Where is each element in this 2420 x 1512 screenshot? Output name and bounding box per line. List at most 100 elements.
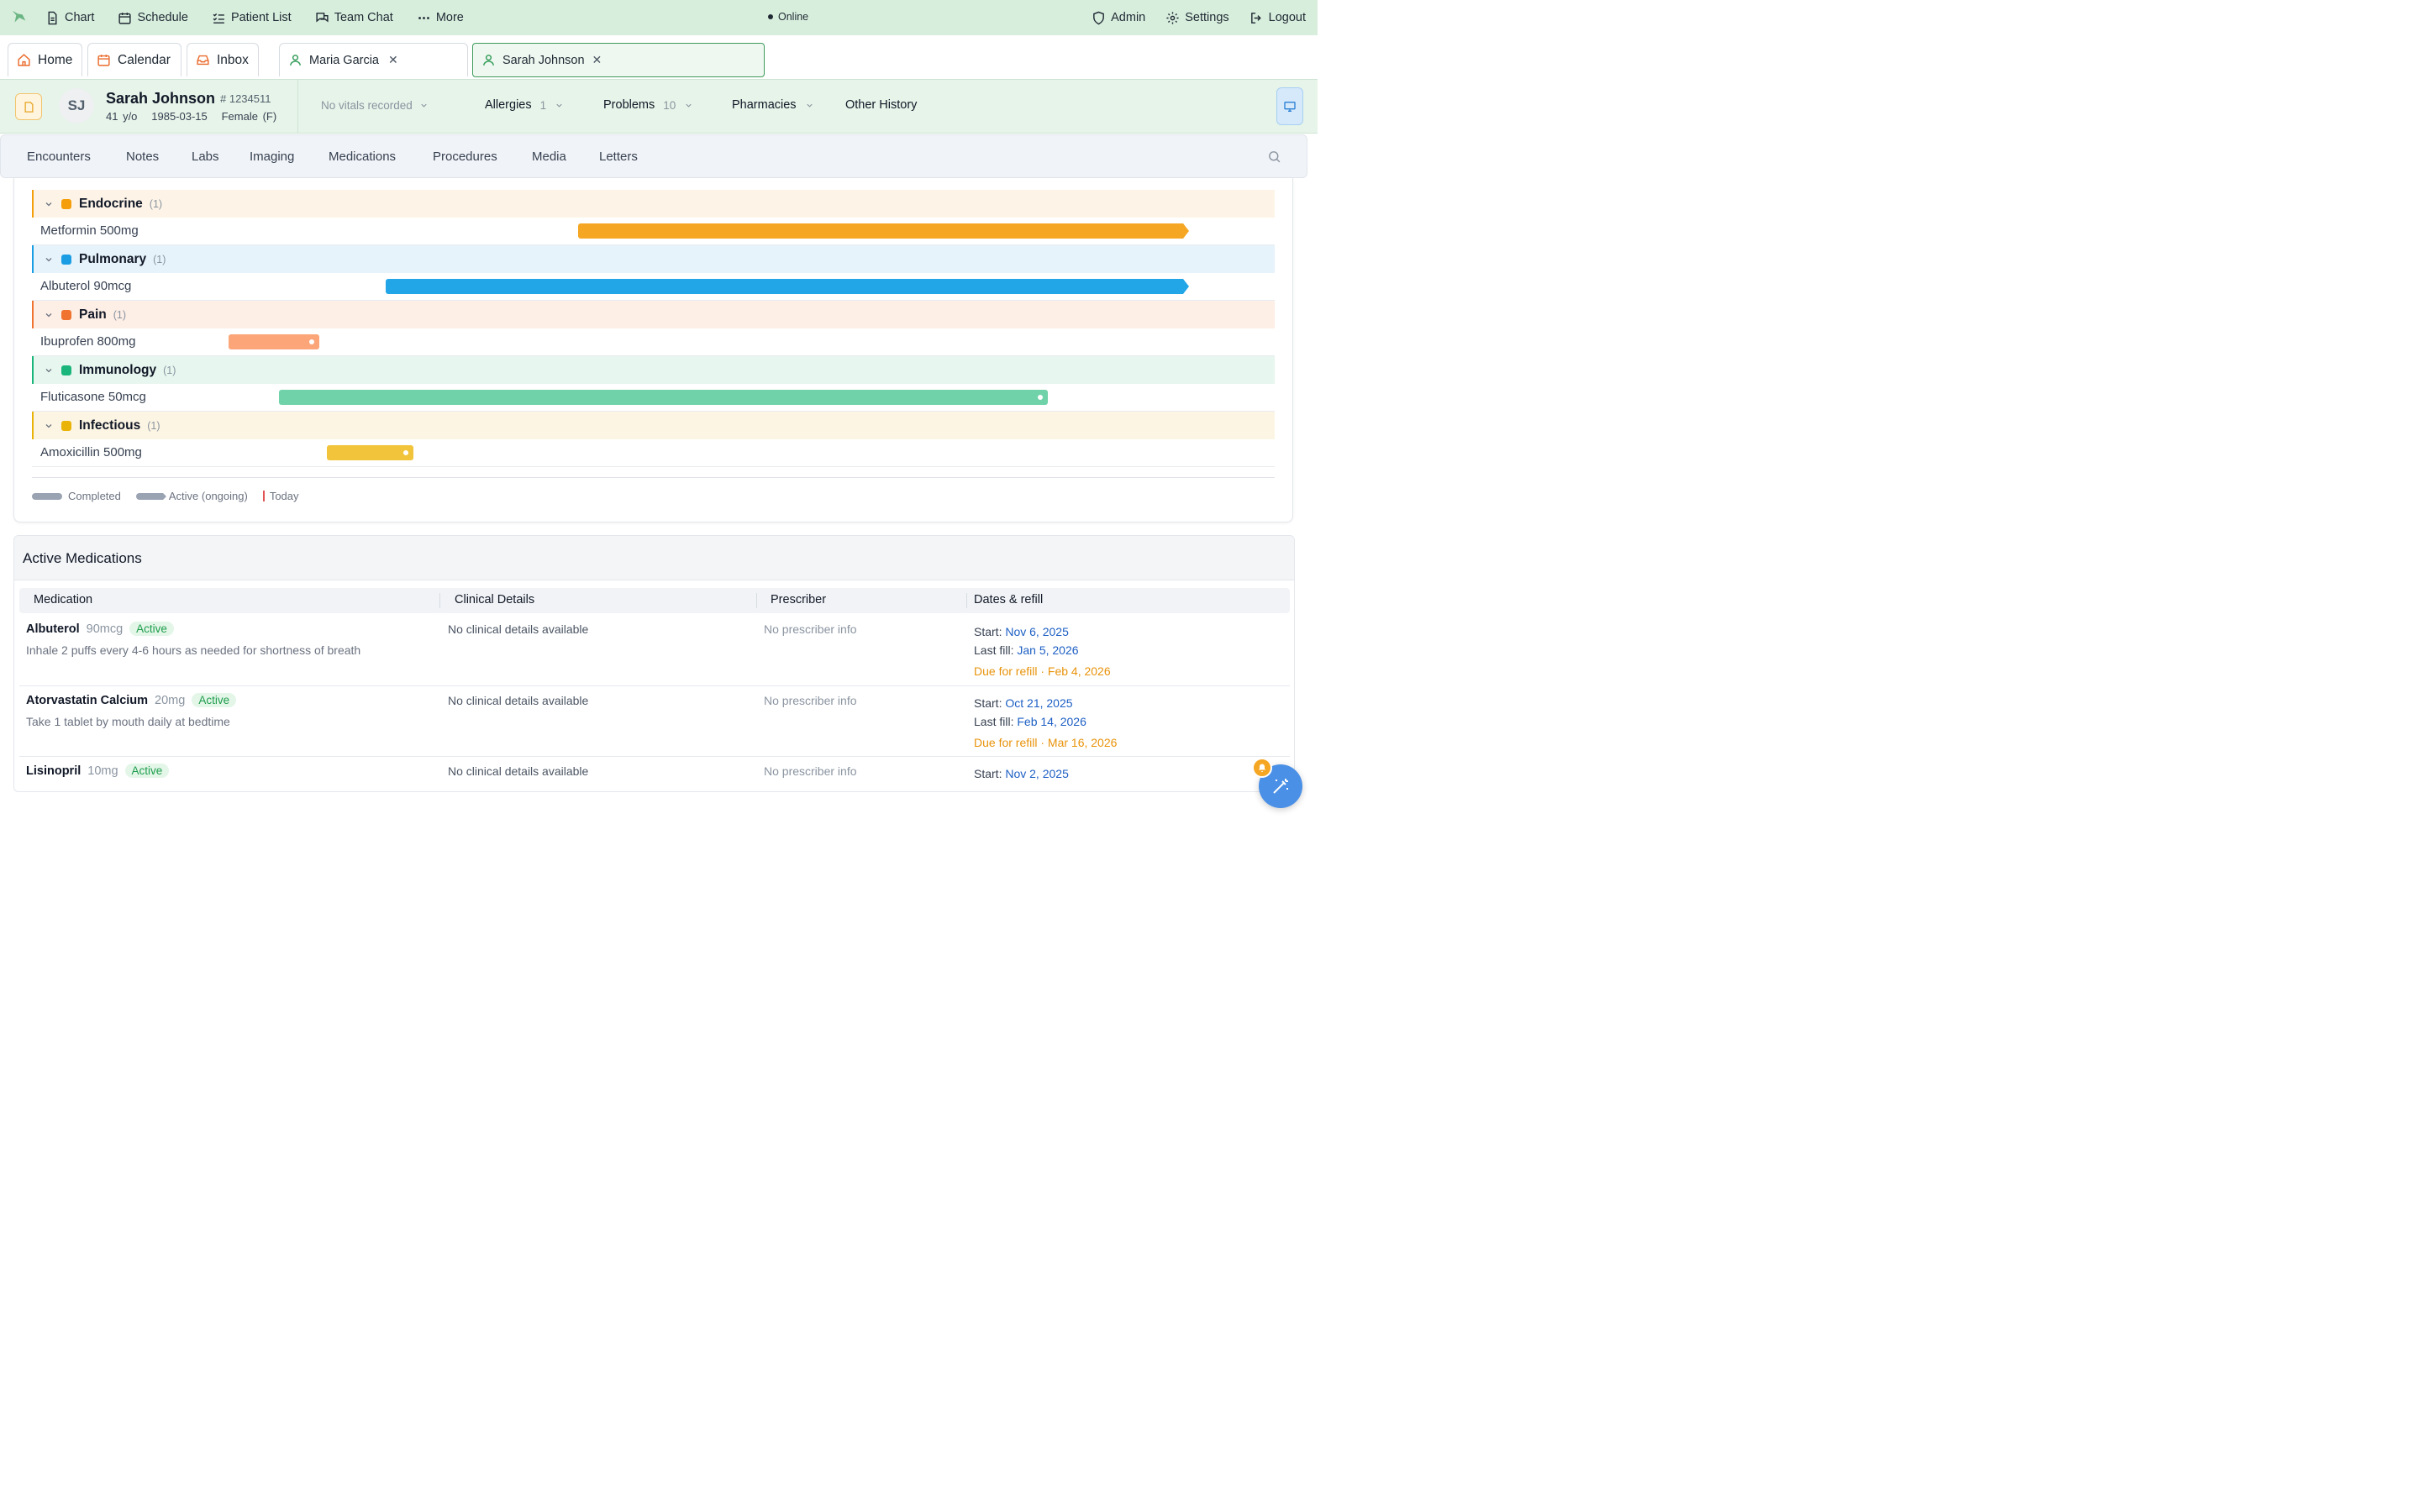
timeline-group-pain[interactable]: Pain (1) [32,301,1275,328]
timeline-bar[interactable] [228,334,320,349]
checklist-icon [213,13,224,24]
tab-calendar-label: Calendar [118,52,171,67]
tab-medications[interactable]: Medications [329,150,396,164]
close-icon[interactable]: ✕ [388,53,398,67]
prescriber: No prescriber info [764,622,857,636]
nav-logout[interactable]: Logout [1249,11,1306,25]
medication-sig: Inhale 2 puffs every 4-6 hours as needed… [26,643,361,657]
timeline-group-pulmonary[interactable]: Pulmonary (1) [32,245,1275,273]
tab-inbox[interactable]: Inbox [187,43,259,76]
close-icon[interactable]: ✕ [592,53,602,67]
other-history-link[interactable]: Other History [845,98,917,112]
nav-settings[interactable]: Settings [1165,11,1229,25]
medication-dose: 10mg [87,764,118,778]
chevron-down-icon [556,103,562,108]
patient-name: Sarah Johnson [106,90,216,107]
timeline-bar[interactable] [326,445,413,460]
timeline-group-infectious[interactable]: Infectious (1) [32,412,1275,439]
column-medication: Medication [34,593,93,606]
timeline-group-endocrine[interactable]: Endocrine (1) [32,190,1275,218]
app-logo-icon[interactable] [10,8,29,27]
nav-patient-list[interactable]: Patient List [212,11,292,25]
column-divider [439,593,440,608]
tab-home[interactable]: Home [8,43,82,76]
timeline-bar[interactable] [578,223,1184,239]
timeline-bar[interactable] [279,390,1049,405]
problems-dropdown[interactable]: Problems 10 [603,98,693,112]
medication-name: Atorvastatin Calcium 20mg Active [26,693,237,707]
magic-wand-icon [1273,779,1288,794]
prescriber: No prescriber info [764,694,857,707]
pharmacies-dropdown[interactable]: Pharmacies [732,98,814,112]
document-icon [48,11,57,24]
notification-bell-icon[interactable] [1252,758,1272,778]
patient-mrn: # 1234511 [220,92,271,105]
nav-more-label: More [435,11,464,24]
chat-icon [316,12,329,23]
divider [297,80,298,133]
timeline-group-immunology[interactable]: Immunology (1) [32,356,1275,384]
last-fill-date: Feb 14, 2026 [1017,715,1086,728]
tab-encounters[interactable]: Encounters [27,150,91,164]
table-row[interactable]: Lisinopril 10mg Active No clinical detai… [19,757,1290,791]
timeline-medication-name: Metformin 500mg [40,223,139,238]
medication-name-label: Lisinopril [26,764,82,778]
tab-media[interactable]: Media [532,150,566,164]
tab-procedures[interactable]: Procedures [433,150,497,164]
allergies-label: Allergies [485,98,532,112]
category-color-swatch [61,420,71,431]
status-dot-icon [768,14,773,19]
category-color-swatch [61,254,71,265]
display-mode-button[interactable] [1276,87,1303,125]
patient-demographics: 41 y/o 1985-03-15 Female (F) [106,110,276,123]
timeline-row: Ibuprofen 800mg [32,328,1275,356]
dates-refill: Start: Nov 2, 2025 [974,764,1069,783]
search-icon[interactable] [1267,150,1281,164]
medication-name-label: Albuterol [26,622,80,636]
allergies-dropdown[interactable]: Allergies 1 [485,98,564,112]
medication-name-label: Atorvastatin Calcium [26,693,149,707]
tab-patient-maria-garcia-label: Maria Garcia [309,53,379,67]
patient-folder-button[interactable] [15,93,42,120]
medication-name: Lisinopril 10mg Active [26,764,170,778]
timeline-row: Albuterol 90mcg [32,273,1275,301]
problems-count: 10 [663,98,676,112]
vitals-dropdown[interactable]: No vitals recorded [321,99,429,112]
timeline-medication-name: Albuterol 90mcg [40,279,132,293]
start-date: Nov 2, 2025 [1005,767,1069,780]
timeline-medication-name: Amoxicillin 500mg [40,445,142,459]
column-divider [756,593,757,608]
chevron-down-icon[interactable] [44,255,54,265]
chevron-down-icon [686,103,692,108]
timeline-medication-name: Ibuprofen 800mg [40,334,136,349]
column-clinical-details: Clinical Details [455,593,535,606]
tab-patient-maria-garcia[interactable]: Maria Garcia ✕ [279,43,468,76]
timeline-row: Metformin 500mg [32,218,1275,245]
column-prescriber: Prescriber [771,593,827,606]
nav-chart[interactable]: Chart [45,11,94,25]
nav-more[interactable]: More [417,11,464,25]
tab-letters[interactable]: Letters [599,150,638,164]
timeline-bar[interactable] [385,279,1184,294]
gear-icon [1166,11,1179,24]
nav-patient-list-label: Patient List [230,11,292,24]
table-row[interactable]: Albuterol 90mcg Active Inhale 2 puffs ev… [19,615,1290,686]
tab-inbox-label: Inbox [217,52,249,67]
table-row[interactable]: Atorvastatin Calcium 20mg Active Take 1 … [19,686,1290,757]
tab-notes[interactable]: Notes [126,150,159,164]
category-color-swatch [61,309,71,320]
nav-admin[interactable]: Admin [1092,11,1145,25]
chevron-down-icon[interactable] [44,310,54,320]
tab-patient-sarah-johnson[interactable]: Sarah Johnson ✕ [472,43,765,77]
tab-labs[interactable]: Labs [192,150,219,164]
chevron-down-icon[interactable] [44,365,54,375]
tab-calendar[interactable]: Calendar [87,43,182,76]
inbox-icon [197,55,209,66]
chevron-down-icon[interactable] [44,421,54,431]
chevron-down-icon[interactable] [44,199,54,209]
group-name: Pain [79,307,107,322]
nav-team-chat[interactable]: Team Chat [315,11,393,25]
tab-imaging[interactable]: Imaging [250,150,294,164]
nav-schedule[interactable]: Schedule [118,11,188,25]
legend-active-swatch [135,492,166,500]
